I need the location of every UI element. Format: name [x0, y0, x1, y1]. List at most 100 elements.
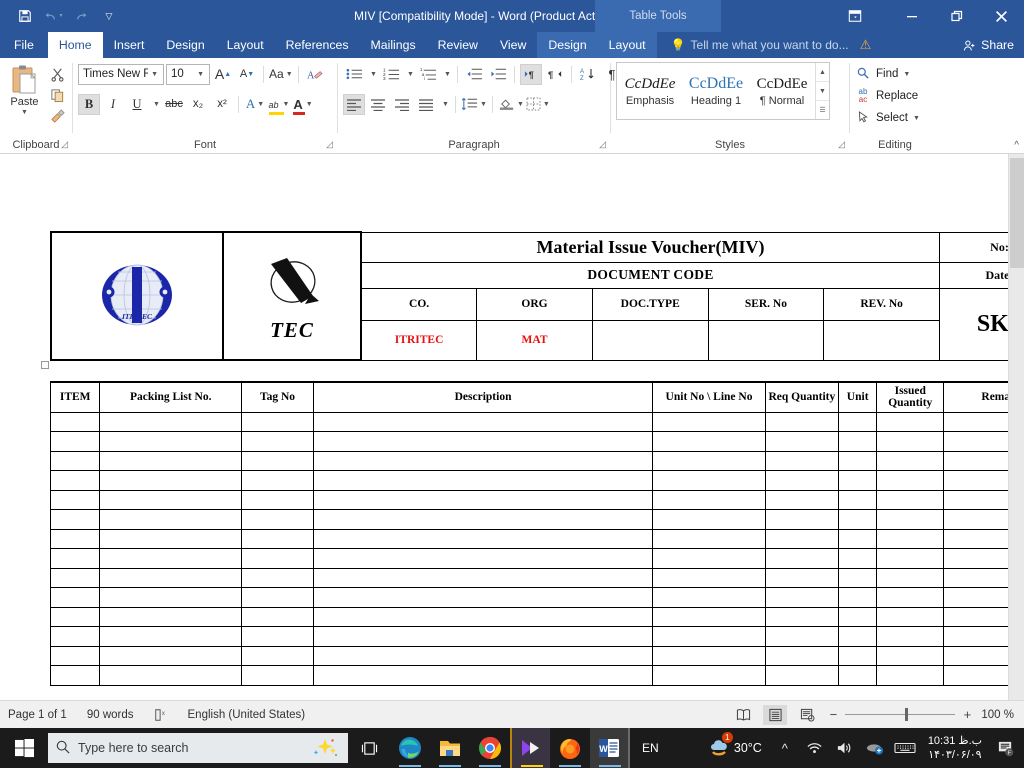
table-cell[interactable]	[312, 470, 654, 491]
table-cell[interactable]	[49, 470, 101, 491]
grow-font-icon[interactable]: A ▲	[212, 64, 234, 85]
code-value-org[interactable]: MAT	[476, 319, 593, 361]
web-layout-icon[interactable]	[795, 705, 819, 725]
table-cell[interactable]	[312, 665, 654, 686]
table-cell[interactable]	[837, 509, 878, 530]
taskbar-app-media-player[interactable]	[510, 728, 550, 768]
font-name-combo[interactable]: Times New Ro ▼	[78, 63, 164, 85]
table-cell[interactable]	[49, 528, 101, 549]
table-cell[interactable]	[876, 489, 945, 510]
table-cell[interactable]	[652, 450, 766, 471]
font-color-icon[interactable]: A ▼	[292, 94, 314, 115]
table-cell[interactable]	[764, 470, 839, 491]
table-cell[interactable]	[876, 509, 945, 530]
tab-table-design[interactable]: Design	[537, 32, 597, 58]
table-cell[interactable]	[49, 665, 101, 686]
tab-design[interactable]: Design	[155, 32, 215, 58]
taskbar-app-microsoft-edge[interactable]	[390, 728, 430, 768]
table-cell[interactable]	[652, 509, 766, 530]
undo-icon[interactable]: ▾	[40, 4, 66, 28]
table-row[interactable]	[49, 665, 1024, 686]
table-cell[interactable]	[876, 548, 945, 569]
table-row[interactable]	[49, 528, 1024, 549]
table-cell[interactable]	[764, 489, 839, 510]
format-painter-icon[interactable]	[47, 107, 67, 125]
table-cell[interactable]	[99, 489, 243, 510]
table-cell[interactable]	[652, 626, 766, 647]
table-cell[interactable]	[312, 431, 654, 452]
scrollbar-thumb[interactable]	[1010, 158, 1024, 268]
code-value-doctype[interactable]	[591, 319, 709, 361]
table-cell[interactable]	[876, 470, 945, 491]
style-heading-1[interactable]: CcDdEe Heading 1	[683, 63, 749, 119]
table-cell[interactable]	[99, 411, 243, 432]
table-row[interactable]	[49, 587, 1024, 608]
zoom-slider[interactable]: − +	[827, 707, 973, 722]
table-cell[interactable]	[99, 665, 243, 686]
table-cell[interactable]	[99, 470, 243, 491]
multilevel-dropdown-icon[interactable]: ▼	[441, 64, 452, 85]
collapse-ribbon-icon[interactable]: ^	[1014, 140, 1019, 151]
table-row[interactable]	[49, 548, 1024, 569]
zoom-level[interactable]: 100 %	[981, 709, 1014, 721]
items-table-body[interactable]	[49, 411, 1024, 686]
table-cell[interactable]	[241, 489, 314, 510]
tab-view[interactable]: View	[489, 32, 537, 58]
italic-button[interactable]: I	[102, 94, 124, 115]
borders-icon[interactable]: ▼	[526, 94, 550, 115]
table-cell[interactable]	[652, 411, 766, 432]
table-cell[interactable]	[837, 411, 878, 432]
weather-icon[interactable]: 1	[704, 728, 734, 768]
page-indicator[interactable]: Page 1 of 1	[8, 709, 67, 721]
document-page[interactable]: ITRITEC TEC Material Issue Voucher(MIV) …	[0, 154, 1024, 700]
right-to-left-text-icon[interactable]: ¶	[544, 64, 566, 85]
table-cell[interactable]	[652, 606, 766, 627]
table-cell[interactable]	[241, 567, 314, 588]
table-row[interactable]	[49, 606, 1024, 627]
start-button[interactable]	[0, 728, 48, 768]
line-spacing-icon[interactable]: ▼	[461, 94, 487, 115]
numbering-dropdown-icon[interactable]: ▼	[404, 64, 415, 85]
document-header-table[interactable]: ITRITEC TEC Material Issue Voucher(MIV) …	[50, 231, 1024, 361]
scroll-up-icon[interactable]: ▲	[816, 63, 829, 81]
table-cell[interactable]	[652, 645, 766, 666]
table-cell[interactable]	[876, 587, 945, 608]
shading-icon[interactable]: ▼	[498, 94, 524, 115]
taskbar-app-mozilla-firefox[interactable]	[550, 728, 590, 768]
tab-home[interactable]: Home	[47, 32, 103, 58]
table-cell[interactable]	[99, 606, 243, 627]
volume-icon[interactable]	[830, 728, 860, 768]
underline-button[interactable]: U	[126, 94, 148, 115]
table-cell[interactable]	[837, 470, 878, 491]
table-cell[interactable]	[49, 411, 101, 432]
table-cell[interactable]	[837, 587, 878, 608]
table-cell[interactable]	[837, 645, 878, 666]
table-cell[interactable]	[312, 587, 654, 608]
table-cell[interactable]	[312, 645, 654, 666]
paragraph-dialog-launcher-icon[interactable]: ◿	[599, 136, 606, 153]
table-cell[interactable]	[764, 509, 839, 530]
redo-icon[interactable]	[68, 4, 94, 28]
table-row[interactable]	[49, 567, 1024, 588]
styles-dialog-launcher-icon[interactable]: ◿	[838, 136, 845, 153]
bold-button[interactable]: B	[78, 93, 100, 115]
share-button[interactable]: Share	[955, 32, 1024, 58]
styles-gallery-scroll[interactable]: ▲ ▼ ☰	[815, 63, 829, 119]
table-cell[interactable]	[99, 567, 243, 588]
decrease-indent-icon[interactable]	[463, 64, 485, 85]
table-cell[interactable]	[312, 489, 654, 510]
align-left-button[interactable]	[343, 93, 365, 115]
table-cell[interactable]	[876, 645, 945, 666]
change-case-icon[interactable]: Aa ▼	[269, 64, 293, 85]
table-cell[interactable]	[312, 528, 654, 549]
proofing-errors-icon[interactable]: x	[154, 708, 168, 722]
subscript-button[interactable]: x₂	[187, 94, 209, 115]
taskbar-search[interactable]: Type here to search	[48, 733, 348, 763]
table-cell[interactable]	[764, 548, 839, 569]
table-cell[interactable]	[764, 431, 839, 452]
table-cell[interactable]	[652, 489, 766, 510]
table-cell[interactable]	[652, 567, 766, 588]
table-cell[interactable]	[312, 567, 654, 588]
zoom-thumb[interactable]	[905, 708, 909, 721]
table-cell[interactable]	[49, 626, 101, 647]
